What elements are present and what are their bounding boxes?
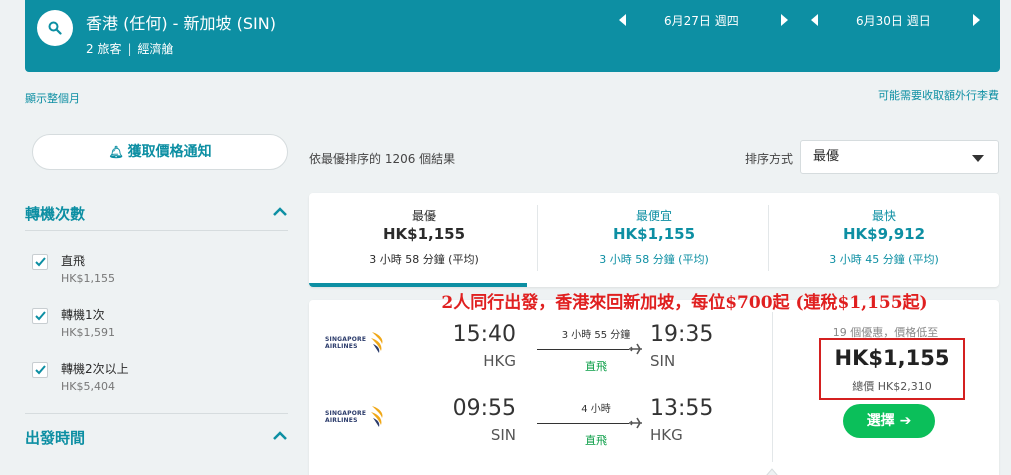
tab-price: HK$1,155 — [382, 225, 466, 243]
search-summary-bar[interactable]: 香港 (任何) - 新加坡 (SIN) 2 旅客 | 經濟艙 6月27日 週四 6月… — [25, 0, 1000, 72]
search-button[interactable] — [37, 10, 73, 46]
departure-airport: SIN — [490, 426, 516, 444]
filter-option-price: HK$1,155 — [61, 272, 115, 285]
card-notch — [766, 468, 778, 475]
filter-divider — [25, 413, 288, 414]
tab-name: 最快 — [871, 209, 896, 223]
tab-best[interactable]: 最優 HK$1,155 3 小時 58 分鐘 (平均) — [309, 193, 539, 287]
show-whole-month-link[interactable]: 顯示整個月 — [25, 90, 80, 106]
arrow-right-icon: ➔ — [899, 413, 912, 429]
route-line — [537, 423, 629, 424]
airplane-icon — [629, 343, 642, 355]
price-alert-button[interactable]: 🔔︎ 獲取價格通知 — [32, 134, 288, 170]
travelers-count: 2 旅客 — [86, 42, 122, 56]
price-alert-label: 獲取價格通知 — [127, 144, 212, 160]
checkmark-icon — [35, 365, 46, 375]
tab-fastest[interactable]: 最快 HK$9,912 3 小時 45 分鐘 (平均) — [769, 193, 999, 287]
departure-time: 15:40 — [452, 322, 516, 347]
tab-price: HK$1,155 — [612, 225, 696, 243]
tab-duration: 3 小時 58 分鐘 (平均) — [599, 253, 709, 266]
airplane-icon — [629, 417, 642, 429]
flight-result-card[interactable]: SINGAPORE AIRLINES 15:40 HKG 3 小時 55 分鐘 直… — [309, 300, 999, 475]
arrival-time: 13:55 — [650, 396, 714, 421]
results-count: 依最優排序的 1206 個結果 — [309, 152, 456, 166]
arrival-airport: SIN — [650, 352, 676, 370]
tab-duration: 3 小時 45 分鐘 (平均) — [829, 253, 939, 266]
search-meta: 2 旅客 | 經濟艙 — [86, 40, 174, 57]
chevron-up-icon[interactable] — [272, 431, 288, 441]
sort-dropdown[interactable]: 最優 — [800, 140, 999, 174]
departure-time-filter-header[interactable]: 出發時間 — [25, 427, 288, 448]
search-icon — [48, 21, 62, 35]
select-flight-button[interactable]: 選擇 ➔ — [843, 404, 935, 438]
checkmark-icon — [35, 257, 46, 267]
caret-down-icon — [972, 155, 984, 162]
arrival-airport: HKG — [650, 426, 683, 444]
return-date[interactable]: 6月30日 週日 — [856, 12, 931, 29]
price-per-person: HK$1,155 — [834, 346, 950, 370]
price-highlight-box: HK$1,155 總價 HK$2,310 — [819, 338, 965, 400]
tab-divider — [537, 205, 538, 271]
sort-tabs: 最優 HK$1,155 3 小時 58 分鐘 (平均) 最便宜 HK$1,155… — [309, 193, 999, 287]
depart-prev-date-arrow-icon[interactable] — [619, 14, 626, 26]
filter-divider — [25, 230, 288, 231]
depart-date[interactable]: 6月27日 週四 — [664, 12, 739, 29]
depart-next-date-arrow-icon[interactable] — [781, 14, 788, 26]
arrival-time: 19:35 — [650, 322, 714, 347]
departure-airport: HKG — [483, 352, 516, 370]
airline-logo: SINGAPORE AIRLINES — [325, 332, 387, 356]
flight-duration: 3 小時 55 分鐘 — [561, 330, 631, 341]
chevron-up-icon[interactable] — [272, 207, 288, 217]
route-line — [537, 349, 629, 350]
tab-duration: 3 小時 58 分鐘 (平均) — [369, 253, 479, 266]
filter-option-price: HK$1,591 — [61, 326, 115, 339]
two-plus-stops-checkbox[interactable] — [32, 362, 48, 378]
filter-option-label: 轉機2次以上 — [61, 362, 129, 376]
departure-time: 09:55 — [452, 396, 516, 421]
active-tab-indicator — [309, 283, 527, 287]
tab-name: 最優 — [411, 209, 436, 223]
bell-icon: 🔔︎ — [108, 145, 124, 159]
filter-option-price: HK$5,404 — [61, 380, 115, 393]
outbound-leg: SINGAPORE AIRLINES 15:40 HKG 3 小時 55 分鐘 直… — [309, 322, 769, 382]
total-price: 總價 HK$2,310 — [852, 380, 932, 393]
sort-selected-value: 最優 — [813, 149, 840, 164]
airline-logo-text: SINGAPORE AIRLINES — [325, 410, 367, 424]
tab-name: 最便宜 — [635, 209, 672, 223]
meta-separator: | — [127, 42, 132, 56]
stops-filter-header[interactable]: 轉機次數 — [25, 203, 288, 224]
singapore-airlines-bird-icon — [371, 406, 383, 427]
filter-option-label: 直飛 — [61, 254, 86, 268]
direct-checkbox[interactable] — [32, 254, 48, 270]
promo-banner-text: 2人同行出發，香港來回新加坡，每位$700起 (連稅$1,155起) — [441, 293, 928, 313]
stops-info: 直飛 — [585, 434, 607, 447]
departure-time-filter-title: 出發時間 — [25, 429, 86, 447]
sort-label: 排序方式 — [745, 152, 794, 166]
baggage-fees-link[interactable]: 可能需要收取額外行李費 — [878, 87, 999, 103]
return-next-date-arrow-icon[interactable] — [973, 14, 980, 26]
flight-duration: 4 小時 — [581, 404, 611, 415]
airline-logo: SINGAPORE AIRLINES — [325, 406, 387, 430]
stops-info: 直飛 — [585, 360, 607, 373]
select-button-label: 選擇 — [866, 413, 895, 429]
tab-cheapest[interactable]: 最便宜 HK$1,155 3 小時 58 分鐘 (平均) — [539, 193, 769, 287]
tab-price: HK$9,912 — [842, 225, 926, 243]
return-prev-date-arrow-icon[interactable] — [811, 14, 818, 26]
singapore-airlines-bird-icon — [371, 332, 383, 353]
airline-logo-text: SINGAPORE AIRLINES — [325, 336, 367, 350]
route-title: 香港 (任何) - 新加坡 (SIN) — [86, 14, 276, 33]
stops-filter-title: 轉機次數 — [25, 205, 86, 223]
cabin-class: 經濟艙 — [137, 42, 174, 56]
return-leg: SINGAPORE AIRLINES 09:55 SIN 4 小時 直飛 13:5… — [309, 396, 769, 456]
